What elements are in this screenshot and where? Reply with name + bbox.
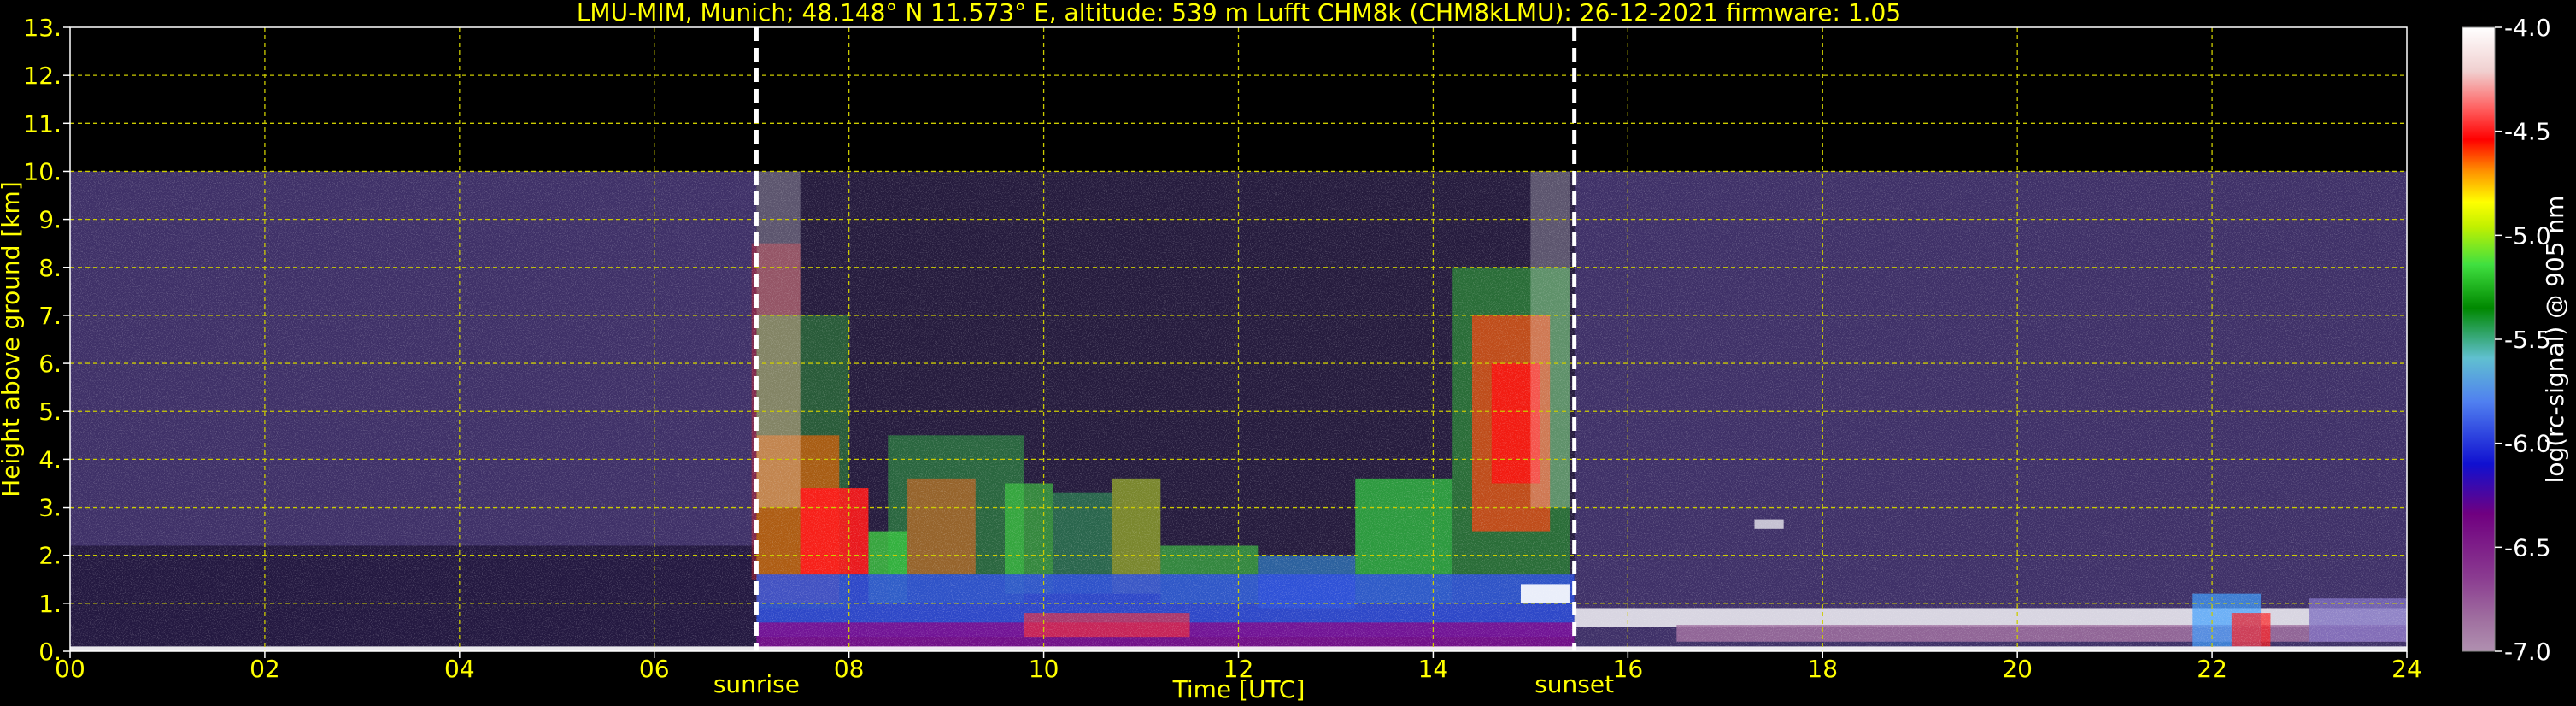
y-tick-label: 0. bbox=[38, 638, 62, 666]
x-tick-label: 10 bbox=[1029, 655, 1059, 683]
colorbar-label: log(rc-signal) @ 905 nm bbox=[2541, 196, 2569, 484]
x-tick-label: 02 bbox=[249, 655, 280, 683]
chart-title: LMU-MIM, Munich; 48.148° N 11.573° E, al… bbox=[577, 0, 1901, 26]
x-tick-label: 22 bbox=[2197, 655, 2227, 683]
y-tick-label: 5. bbox=[38, 397, 62, 426]
y-tick-label: 6. bbox=[38, 350, 62, 378]
y-tick-label: 13. bbox=[23, 14, 62, 42]
x-tick-label: 20 bbox=[2002, 655, 2033, 683]
y-tick-label: 11. bbox=[23, 109, 62, 138]
y-axis-label: Height above ground [km] bbox=[0, 181, 25, 497]
y-tick-label: 9. bbox=[38, 206, 62, 234]
plot-area bbox=[70, 27, 2407, 651]
x-axis-label: Time [UTC] bbox=[1172, 675, 1306, 703]
y-tick-label: 1. bbox=[38, 590, 62, 618]
y-tick-label: 12. bbox=[23, 62, 62, 90]
x-tick-label: 08 bbox=[834, 655, 865, 683]
x-tick-label: 14 bbox=[1418, 655, 1449, 683]
colorbar-tick-label: -4.0 bbox=[2504, 14, 2551, 42]
colorbar-gradient bbox=[2462, 26, 2496, 652]
sunrise-label: sunrise bbox=[713, 670, 800, 698]
x-tick-label: 18 bbox=[1807, 655, 1838, 683]
ceilometer-chart: 00 02 04 06 08 10 12 14 16 18 20 22 240.1.2.3.4.5.6.… bbox=[0, 0, 2569, 703]
x-tick-label: 04 bbox=[444, 655, 475, 683]
y-tick-label: 4. bbox=[38, 445, 62, 474]
x-tick-label: 16 bbox=[1613, 655, 1644, 683]
colorbar-tick-label: -4.5 bbox=[2504, 118, 2551, 146]
y-tick-label: 3. bbox=[38, 494, 62, 522]
y-tick-label: 2. bbox=[38, 542, 62, 570]
y-tick-label: 10. bbox=[23, 157, 62, 185]
sunset-label: sunset bbox=[1534, 670, 1614, 698]
colorbar: -4.0-4.5-5.0-5.5-6.0-6.5-7.0 log(rc-sign… bbox=[2462, 14, 2569, 666]
x-tick-label: 24 bbox=[2391, 655, 2422, 683]
x-tick-label: 06 bbox=[639, 655, 670, 683]
colorbar-tick-label: -6.5 bbox=[2504, 533, 2551, 562]
y-tick-label: 8. bbox=[38, 254, 62, 282]
y-tick-label: 7. bbox=[38, 302, 62, 330]
colorbar-tick-label: -7.0 bbox=[2504, 638, 2551, 666]
